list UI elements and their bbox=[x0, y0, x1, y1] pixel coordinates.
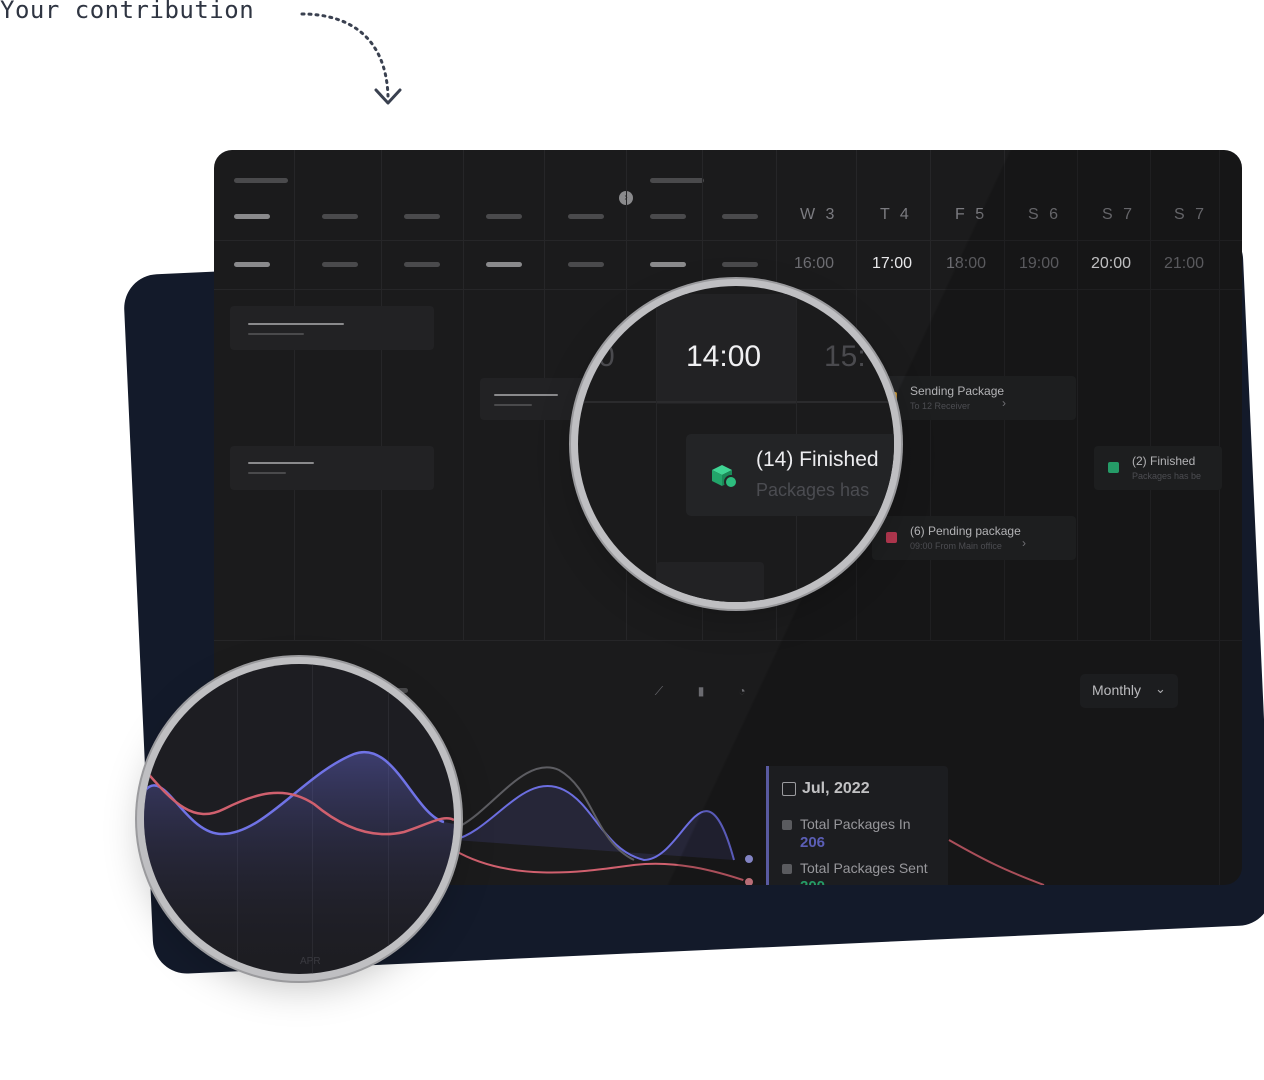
donut-chart-icon[interactable]: ◔ bbox=[729, 678, 755, 704]
grid-line bbox=[381, 150, 382, 640]
day-header: W 3 bbox=[800, 206, 838, 223]
event-subtitle: Packages has be bbox=[1132, 471, 1202, 481]
event-pending-package[interactable]: (6) Pending package 09:00 From Main offi… bbox=[872, 516, 1076, 560]
tooltip-in-value: 206 bbox=[800, 834, 826, 851]
time-slot: 0 bbox=[598, 340, 615, 373]
series-in-point[interactable] bbox=[743, 853, 755, 865]
placeholder-bar bbox=[650, 262, 686, 267]
grid-line bbox=[1077, 150, 1078, 640]
placeholder-bar bbox=[722, 214, 758, 219]
event-title: (14) Finished bbox=[756, 448, 879, 471]
grid-line bbox=[463, 150, 464, 640]
grid-line bbox=[1150, 150, 1151, 640]
event-subtitle: To 12 Receiver bbox=[910, 401, 971, 411]
placeholder-bar bbox=[234, 214, 270, 219]
day-header: F 5 bbox=[955, 206, 988, 223]
placeholder-bar bbox=[404, 214, 440, 219]
placeholder-bar bbox=[234, 262, 270, 267]
period-select-label: Monthly bbox=[1092, 682, 1142, 698]
placeholder-bar bbox=[486, 214, 522, 219]
chevron-right-icon: › bbox=[1022, 536, 1026, 550]
axis-label: APR bbox=[300, 956, 321, 967]
placeholder-bar bbox=[722, 262, 758, 267]
header-row: › bbox=[214, 150, 1242, 208]
event-subtitle: Packages has bbox=[756, 480, 870, 500]
bar-chart-icon[interactable]: ▮ bbox=[688, 678, 714, 704]
period-select[interactable]: Monthly ⌄ bbox=[1080, 674, 1178, 708]
tooltip-in-label: Total Packages In bbox=[800, 816, 911, 832]
time-slot[interactable]: 21:00 bbox=[1164, 255, 1204, 273]
package-sent-icon bbox=[782, 864, 792, 874]
event-title: Sending Package bbox=[910, 384, 1005, 398]
event-sending-package[interactable]: Sending Package To 12 Receiver › bbox=[872, 376, 1076, 420]
package-icon bbox=[886, 532, 897, 543]
day-header: S 6 bbox=[1028, 206, 1062, 223]
event-title: (2) Finished bbox=[1132, 454, 1196, 468]
chart-tooltip: Jul, 2022 Total Packages In 206 Total Pa… bbox=[766, 766, 948, 885]
placeholder-bar bbox=[486, 262, 522, 267]
placeholder-bar bbox=[234, 178, 288, 183]
grid-line bbox=[294, 150, 295, 640]
time-slot[interactable]: 17:00 bbox=[872, 255, 912, 273]
package-finished-icon bbox=[712, 465, 738, 489]
time-slot[interactable]: 18:00 bbox=[946, 255, 986, 273]
placeholder-event bbox=[230, 306, 434, 350]
time-slot[interactable]: 19:00 bbox=[1019, 255, 1059, 273]
time-slot[interactable]: 20:00 bbox=[1091, 255, 1131, 273]
placeholder-bar bbox=[650, 178, 704, 183]
package-icon bbox=[782, 820, 792, 830]
event-finished-small[interactable]: (2) Finished Packages has be bbox=[1094, 446, 1222, 490]
chevron-down-icon: ⌄ bbox=[1155, 681, 1166, 696]
grid-line bbox=[214, 640, 1242, 641]
placeholder-bar bbox=[650, 214, 686, 219]
tooltip-date: Jul, 2022 bbox=[802, 780, 870, 797]
tooltip-out-value: 200 bbox=[800, 878, 825, 885]
tooltip-out-label: Total Packages Sent bbox=[800, 860, 928, 876]
chevron-right-icon: › bbox=[1002, 396, 1006, 410]
event-title: (6) Pending package bbox=[910, 524, 1021, 538]
placeholder-event bbox=[230, 446, 434, 490]
grid-line bbox=[214, 240, 1242, 241]
placeholder-bar bbox=[322, 262, 358, 267]
magnifier-calendar: 0 14:00 15: (14) Finished Packages has bbox=[578, 286, 894, 602]
placeholder-bar bbox=[568, 214, 604, 219]
placeholder-bar bbox=[404, 262, 440, 267]
day-header: T 4 bbox=[880, 206, 912, 223]
magnifier-chart: APR bbox=[144, 664, 454, 974]
placeholder-bar bbox=[568, 262, 604, 267]
caption-text: Your contribution bbox=[0, 0, 255, 24]
placeholder-bar bbox=[322, 214, 358, 219]
zoomed-line-chart bbox=[144, 750, 454, 974]
event-subtitle: 09:00 From Main office bbox=[910, 541, 1002, 551]
day-header: S 7 bbox=[1102, 206, 1136, 223]
series-sent-point[interactable] bbox=[743, 876, 755, 885]
day-header: S 7 bbox=[1174, 206, 1208, 223]
time-slot: 15: bbox=[824, 340, 866, 373]
package-icon bbox=[1108, 462, 1119, 473]
dotted-arrow-icon bbox=[300, 12, 402, 105]
time-slot[interactable]: 16:00 bbox=[794, 255, 834, 273]
event-finished-large[interactable]: (14) Finished Packages has bbox=[686, 434, 894, 516]
line-chart-icon[interactable]: ⟋ bbox=[646, 678, 672, 704]
calendar-icon bbox=[782, 782, 796, 796]
time-slot[interactable]: 14:00 bbox=[686, 340, 761, 374]
